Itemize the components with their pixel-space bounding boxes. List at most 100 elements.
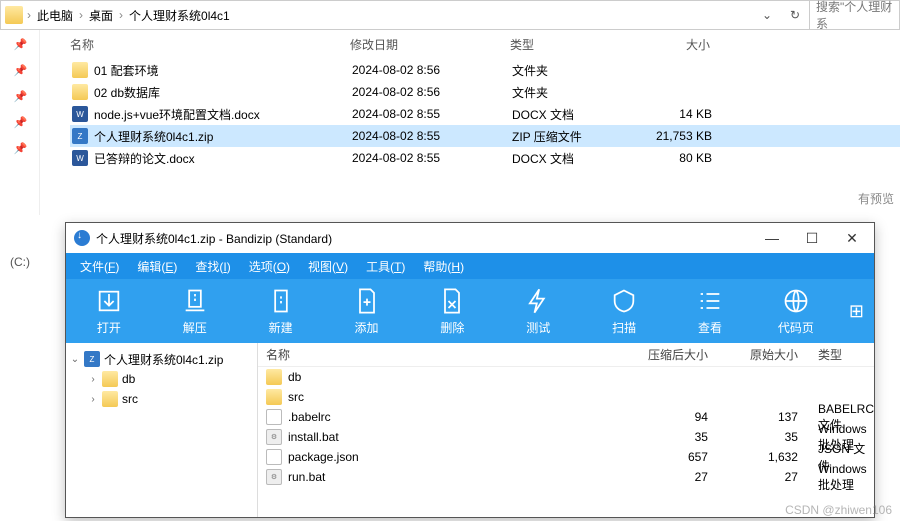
file-row[interactable]: 02 db数据库2024-08-02 8:56文件夹: [70, 81, 900, 103]
col-date[interactable]: 修改日期: [350, 36, 510, 53]
new-icon: [267, 287, 295, 315]
archive-row[interactable]: src: [258, 387, 874, 407]
search-input[interactable]: 搜索"个人理财系: [809, 1, 899, 29]
folder-icon: [72, 84, 88, 100]
archive-list: 名称 压缩后大小 原始大小 类型 db src.babelrc94137BABEL…: [258, 343, 874, 517]
toolbar-extract[interactable]: 解压: [152, 281, 238, 342]
file-name: 已答辩的论文.docx: [94, 150, 195, 167]
folder-icon: [72, 62, 88, 78]
archive-row[interactable]: ⚙run.bat2727Windows 批处理: [258, 467, 874, 487]
pin-icon: 📌: [14, 116, 26, 128]
menu-i[interactable]: 查找(I): [187, 255, 238, 278]
breadcrumb[interactable]: › 此电脑 › 桌面 › 个人理财系统0l4c1: [1, 6, 753, 24]
expand-icon[interactable]: ›: [88, 374, 98, 385]
breadcrumb-p1[interactable]: 桌面: [85, 7, 117, 24]
pin-icon: 📌: [14, 142, 26, 154]
archive-row[interactable]: ⚙install.bat3535Windows 批处理: [258, 427, 874, 447]
menu-t[interactable]: 工具(T): [358, 255, 413, 278]
toolbar: 打开 解压 新建 添加 删除测试扫描 查看 代码页⊞: [66, 279, 874, 343]
file-row[interactable]: W已答辩的论文.docx2024-08-02 8:55DOCX 文档80 KB: [70, 147, 900, 169]
test-icon: [524, 287, 552, 315]
history-dropdown[interactable]: ⌄: [753, 1, 781, 29]
toolbar-label: 扫描: [612, 319, 636, 336]
archive-column-headers[interactable]: 名称 压缩后大小 原始大小 类型: [258, 343, 874, 367]
tree-root[interactable]: ⌄ Z 个人理财系统0l4c1.zip: [70, 349, 253, 369]
toolbar-open[interactable]: 打开: [66, 281, 152, 342]
pin-icon: 📌: [14, 90, 26, 102]
col-name[interactable]: 名称: [70, 36, 350, 53]
archive-row[interactable]: db: [258, 367, 874, 387]
tree-root-label: 个人理财系统0l4c1.zip: [104, 351, 223, 368]
menu-e[interactable]: 编辑(E): [129, 255, 185, 278]
toolbar-more[interactable]: ⊞: [839, 279, 874, 343]
toolbar-scan[interactable]: 扫描: [581, 281, 667, 342]
menu-v[interactable]: 视图(V): [300, 255, 356, 278]
file-date: 2024-08-02 8:55: [352, 129, 512, 143]
view-icon: [696, 287, 724, 315]
toolbar-label: 查看: [698, 319, 722, 336]
col-type[interactable]: 类型: [808, 346, 874, 363]
close-button[interactable]: ✕: [832, 223, 872, 253]
col-type[interactable]: 类型: [510, 36, 630, 53]
drive-label[interactable]: (C:): [10, 255, 30, 269]
docx-icon: W: [72, 106, 88, 122]
entry-compressed: 657: [598, 450, 708, 464]
archive-body: ⌄ Z 个人理财系统0l4c1.zip › db › src 名称 压缩后大小 …: [66, 343, 874, 517]
scan-icon: [610, 287, 638, 315]
file-type: DOCX 文档: [512, 150, 632, 167]
toolbar-codepage[interactable]: 代码页: [753, 281, 839, 342]
toolbar-label: 解压: [183, 319, 207, 336]
archive-row[interactable]: package.json6571,632JSON 文件: [258, 447, 874, 467]
window-title: 个人理财系统0l4c1.zip - Bandizip (Standard): [96, 230, 752, 247]
archive-row[interactable]: .babelrc94137BABELRC 文件: [258, 407, 874, 427]
entry-name: db: [288, 370, 301, 384]
maximize-button[interactable]: ☐: [792, 223, 832, 253]
breadcrumb-p2[interactable]: 个人理财系统0l4c1: [125, 7, 234, 24]
tree-pane[interactable]: ⌄ Z 个人理财系统0l4c1.zip › db › src: [66, 343, 258, 517]
toolbar-add[interactable]: 添加: [324, 281, 410, 342]
add-icon: [353, 287, 381, 315]
file-size: 80 KB: [632, 151, 712, 165]
codepage-icon: [782, 287, 810, 315]
expand-icon[interactable]: ›: [88, 394, 98, 405]
file-row[interactable]: 01 配套环境2024-08-02 8:56文件夹: [70, 59, 900, 81]
toolbar-new[interactable]: 新建: [238, 281, 324, 342]
menu-f[interactable]: 文件(F): [72, 255, 127, 278]
pin-icon: 📌: [14, 38, 26, 50]
search-placeholder: 搜索"个人理财系: [816, 0, 893, 32]
toolbar-label: 添加: [355, 319, 379, 336]
toolbar-test[interactable]: 测试: [495, 281, 581, 342]
toolbar-delete[interactable]: 删除: [410, 281, 496, 342]
bat-icon: ⚙: [266, 469, 282, 485]
titlebar[interactable]: 个人理财系统0l4c1.zip - Bandizip (Standard) — …: [66, 223, 874, 253]
tree-child[interactable]: › db: [70, 369, 253, 389]
folder-icon: [102, 371, 118, 387]
col-size[interactable]: 大小: [630, 36, 710, 53]
toolbar-label: 打开: [97, 319, 121, 336]
tree-child[interactable]: › src: [70, 389, 253, 409]
col-compressed[interactable]: 压缩后大小: [598, 346, 708, 363]
toolbar-view[interactable]: 查看: [667, 281, 753, 342]
column-headers[interactable]: 名称 修改日期 类型 大小: [70, 36, 900, 59]
col-name[interactable]: 名称: [258, 346, 598, 363]
file-row[interactable]: Z个人理财系统0l4c1.zip2024-08-02 8:55ZIP 压缩文件2…: [70, 125, 900, 147]
menu-o[interactable]: 选项(O): [241, 255, 298, 278]
menu-h[interactable]: 帮助(H): [415, 255, 472, 278]
zip-icon: Z: [84, 351, 100, 367]
breadcrumb-root[interactable]: 此电脑: [33, 7, 77, 24]
entry-name: install.bat: [288, 430, 339, 444]
col-original[interactable]: 原始大小: [708, 346, 808, 363]
file-row[interactable]: Wnode.js+vue环境配置文档.docx2024-08-02 8:55DO…: [70, 103, 900, 125]
collapse-icon[interactable]: ⌄: [70, 354, 80, 365]
toolbar-label: 新建: [269, 319, 293, 336]
delete-icon: [438, 287, 466, 315]
refresh-button[interactable]: ↻: [781, 1, 809, 29]
file-size: 21,753 KB: [632, 129, 712, 143]
tree-child-label: db: [122, 372, 135, 386]
minimize-button[interactable]: —: [752, 223, 792, 253]
entry-compressed: 35: [598, 430, 708, 444]
folder-icon: [5, 6, 23, 24]
generic-icon: [266, 449, 282, 465]
bandizip-window: 个人理财系统0l4c1.zip - Bandizip (Standard) — …: [65, 222, 875, 518]
chevron-right-icon: ›: [77, 8, 85, 22]
